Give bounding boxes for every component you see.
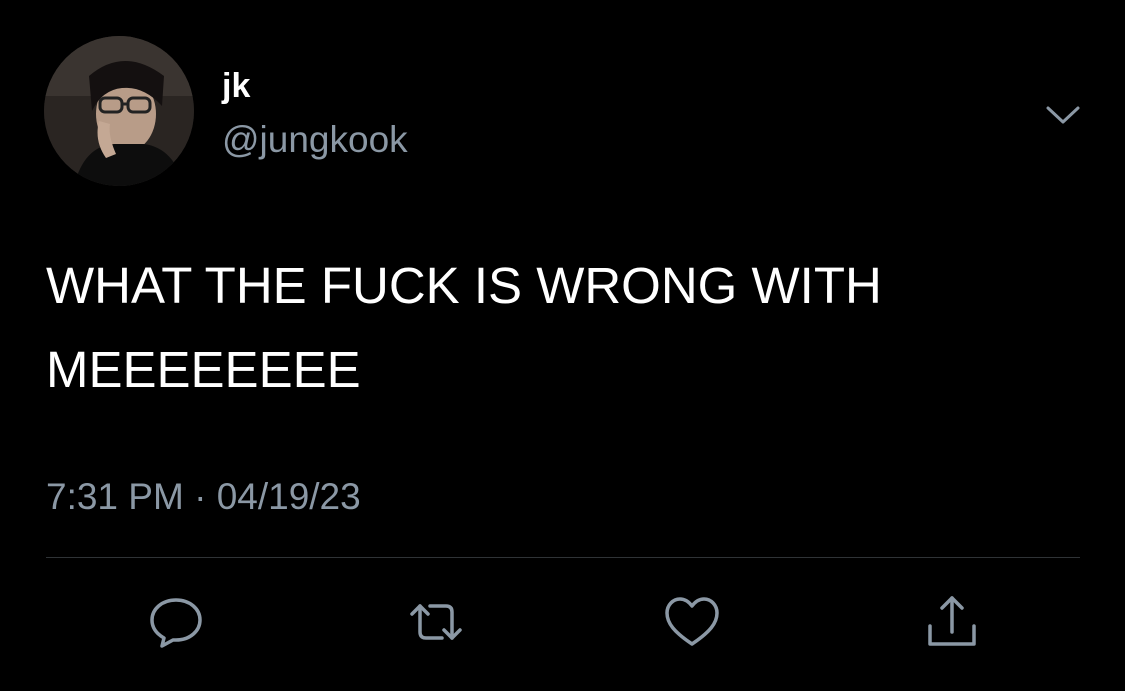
retweet-arrows-icon [410,604,462,640]
speech-bubble-icon [150,598,202,648]
heart-icon [665,597,719,646]
handle[interactable]: @jungkook [222,118,408,162]
avatar-image [44,36,194,186]
meta-separator: · [194,476,207,517]
like-button[interactable] [662,592,722,652]
tweet-time[interactable]: 7:31 PM [46,476,184,517]
display-name[interactable]: jk [222,66,250,106]
tweet-timestamp: 7:31 PM · 04/19/23 [46,474,361,520]
divider [46,557,1080,558]
tweet-date[interactable]: 04/19/23 [217,476,361,517]
retweet-button[interactable] [406,592,466,652]
share-button[interactable] [922,592,982,652]
avatar[interactable] [44,36,194,186]
share-upload-icon [928,596,976,646]
chevron-down-icon[interactable] [1040,98,1086,132]
reply-button[interactable] [146,592,206,652]
tweet-text: WHAT THE FUCK IS WRONG WITH MEEEEEEEE [46,257,882,398]
